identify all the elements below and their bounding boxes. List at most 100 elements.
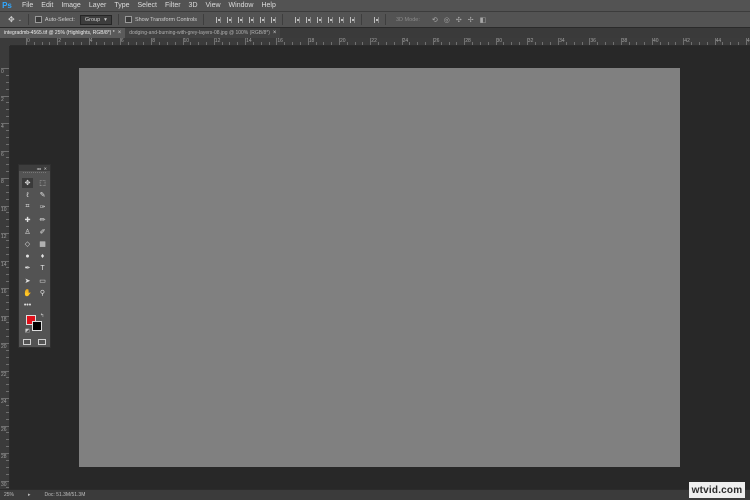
show-transform-controls-checkbox[interactable]: Show Transform Controls [124,16,197,23]
distribute-horizontal-centers-icon[interactable] [339,16,344,23]
ruler-tick [730,42,732,45]
dodge-tool-icon[interactable]: ♦ [37,251,48,261]
menu-file[interactable]: File [18,0,37,11]
align-bottom-edges-icon[interactable] [238,16,243,23]
align-left-edges-icon[interactable] [249,16,254,23]
checkbox-box[interactable] [34,16,42,23]
tab-document-inactive[interactable]: dodging-and-burning-with-grey-layers-08.… [125,28,281,38]
divider [27,14,29,25]
ruler-tick [738,42,740,45]
ruler-tick [41,42,43,45]
move-icon[interactable]: ✥ [8,15,15,24]
swap-colors-icon[interactable]: ↰ [40,313,44,319]
zoom-level[interactable]: 25% [0,492,22,498]
distribute-bottom-edges-icon[interactable] [317,16,322,23]
align-top-edges-icon[interactable] [216,16,221,23]
distribute-left-edges-icon[interactable] [328,16,333,23]
marquee-tool-icon[interactable]: ⬚ [37,178,48,188]
ruler-tick [6,404,9,406]
distribute-top-edges-icon[interactable] [295,16,300,23]
scale-3d-icon[interactable]: ◧ [480,16,487,24]
document-canvas[interactable] [79,68,680,467]
brush-tool-icon[interactable]: ✏ [37,215,48,225]
menu-window[interactable]: Window [225,0,258,11]
auto-align-layers-icon[interactable] [374,16,379,23]
quick-mask-icon[interactable] [23,339,31,345]
ruler-tick [96,42,98,45]
distribute-right-edges-icon[interactable] [350,16,355,23]
ruler-tick [464,38,466,45]
edit-toolbar-icon[interactable]: ••• [22,300,33,310]
quick-selection-tool-icon[interactable]: ✎ [37,190,48,200]
menu-help[interactable]: Help [257,0,279,11]
horizontal-ruler[interactable]: 0 2 4 6 8 10 12 14 16 18 20 22 24 26 28 30 32 34 36 38 40 42 4… [10,38,750,46]
eraser-tool-icon[interactable]: ◇ [22,239,33,249]
type-tool-icon[interactable]: T [37,263,48,273]
ruler-tick [597,42,599,45]
orbit-3d-icon[interactable]: ⟲ [432,16,438,24]
distribute-vertical-centers-icon[interactable] [306,16,311,23]
menu-select[interactable]: Select [134,0,161,11]
blur-tool-icon[interactable]: ● [22,251,33,261]
slide-3d-icon[interactable]: ✢ [468,16,474,24]
menu-filter[interactable]: Filter [161,0,185,11]
auto-select-checkbox[interactable]: Auto-Select: [34,16,75,23]
eyedropper-tool-icon[interactable]: ✑ [37,202,48,212]
tab-label: integradmb-4565.tif @ 25% (Highlights, R… [4,30,115,36]
auto-select-dropdown[interactable]: Group ▾ [79,14,112,25]
ruler-tick [127,42,129,45]
screen-mode-icon[interactable] [38,339,46,345]
ruler-label: 14 [246,38,252,44]
photoshop-logo: Ps [2,1,12,10]
lasso-tool-icon[interactable]: ℓ [22,190,33,200]
ruler-tick [307,38,309,45]
path-selection-tool-icon[interactable]: ➤ [22,276,33,286]
default-colors-icon[interactable]: ◩ [25,328,30,334]
ruler-origin[interactable] [0,38,10,46]
drag-3d-icon[interactable]: ✣ [456,16,462,24]
chevron-down-icon[interactable]: ⌄ [18,17,22,23]
ruler-label: 18 [308,38,315,44]
ruler-tick [393,42,395,45]
menu-layer[interactable]: Layer [85,0,111,11]
menu-edit[interactable]: Edit [37,0,57,11]
align-vertical-centers-icon[interactable] [227,16,232,23]
align-right-edges-icon[interactable] [271,16,276,23]
vertical-ruler[interactable]: 0 2 4 6 8 10 12 14 16 18 20 22 24 26 28 30 [0,46,10,489]
ruler-tick [6,81,9,83]
menu-image[interactable]: Image [57,0,84,11]
hand-tool-icon[interactable]: ✋ [22,288,33,298]
menu-type[interactable]: Type [110,0,133,11]
gradient-tool-icon[interactable]: ▦ [37,239,48,249]
rectangle-tool-icon[interactable]: ▭ [37,276,48,286]
status-menu-icon[interactable]: ▸ [28,492,31,498]
ruler-tick [252,42,254,45]
background-color-swatch[interactable] [32,321,42,331]
ruler-tick [276,38,278,45]
close-icon[interactable]: × [118,28,122,38]
crop-tool-icon[interactable]: ⌗ [22,202,33,212]
tab-document-active[interactable]: integradmb-4565.tif @ 25% (Highlights, R… [0,28,126,38]
history-brush-tool-icon[interactable]: ✐ [37,227,48,237]
close-icon[interactable]: ✕ [44,166,47,171]
align-horizontal-centers-icon[interactable] [260,16,265,23]
close-icon[interactable]: × [273,28,277,38]
ruler-tick [6,171,9,173]
zoom-tool-icon[interactable]: ⚲ [37,288,48,298]
pen-tool-icon[interactable]: ✒ [22,263,33,273]
ruler-label: 10 [183,38,190,44]
checkbox-box[interactable] [124,16,132,23]
ruler-tick [6,439,9,441]
collapse-icon[interactable]: ◂◂ [37,166,41,171]
tools-panel-header[interactable]: ◂◂ ✕ [19,165,50,171]
clone-stamp-tool-icon[interactable]: ♙ [22,227,33,237]
menu-view[interactable]: View [202,0,225,11]
ruler-label: 8 [152,38,155,44]
ruler-tick [573,42,575,45]
ruler-label: 16 [277,38,283,44]
healing-brush-tool-icon[interactable]: ✚ [22,215,33,225]
panel-grip[interactable] [23,172,46,176]
roll-3d-icon[interactable]: ◎ [444,16,450,24]
menu-3d[interactable]: 3D [185,0,202,11]
move-tool-icon[interactable]: ✥ [22,178,33,188]
